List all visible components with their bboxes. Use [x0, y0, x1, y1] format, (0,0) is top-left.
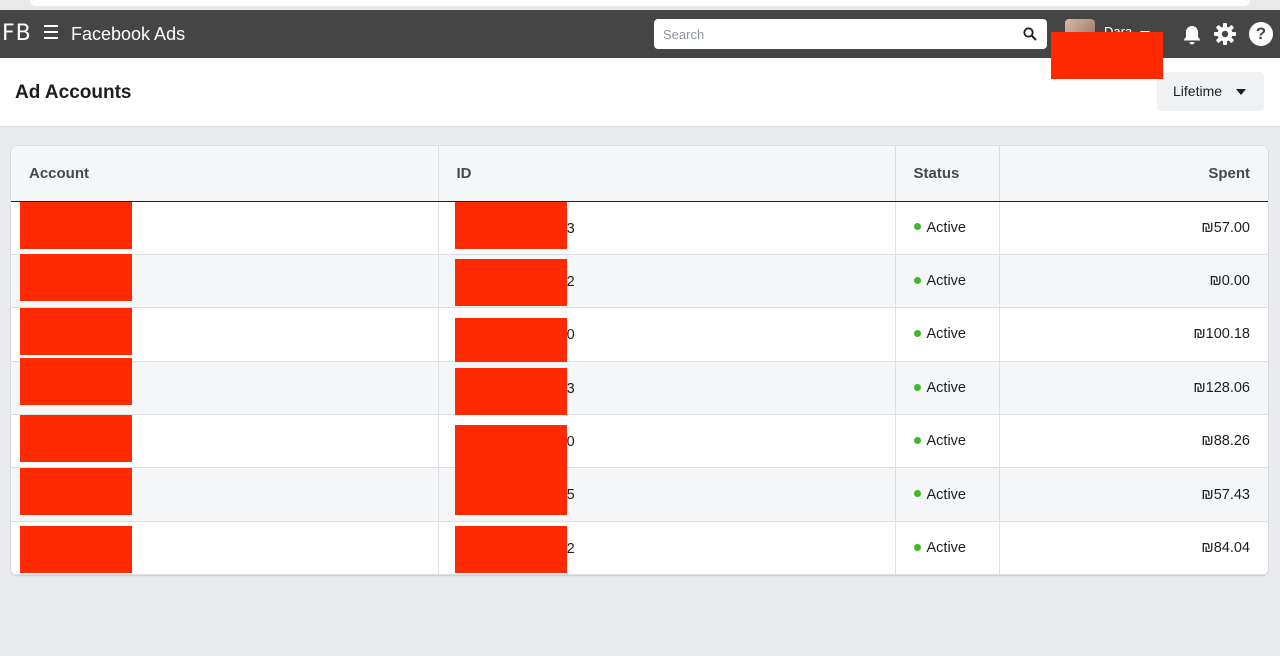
table-header-row: Account ID Status Spent: [11, 146, 1268, 202]
id-cell: 95: [438, 467, 896, 522]
search-box[interactable]: [654, 19, 1047, 49]
spent-cell: ₪100.18: [999, 307, 1268, 362]
date-range-dropdown[interactable]: Lifetime: [1157, 72, 1264, 111]
spent-cell: ₪128.06: [999, 361, 1268, 416]
account-cell[interactable]: [11, 253, 439, 309]
table-row[interactable]: 33 Active ₪57.00: [11, 201, 1268, 255]
id-cell: 30: [438, 307, 896, 366]
status-text: Active: [926, 433, 967, 450]
status-text: Active: [926, 540, 967, 557]
status-text: Active: [926, 486, 967, 503]
status-cell: Active: [895, 521, 1000, 575]
id-cell: 10: [438, 414, 896, 473]
help-icon[interactable]: ?: [1249, 22, 1273, 46]
status-text: Active: [926, 326, 967, 343]
id-cell: 32: [438, 254, 896, 309]
column-header-id[interactable]: ID: [438, 146, 896, 202]
column-header-spent[interactable]: Spent: [999, 146, 1268, 202]
redaction-block: [454, 367, 567, 415]
status-cell: Active: [895, 414, 1000, 469]
status-text: Active: [926, 219, 967, 236]
status-dot-icon: [913, 383, 921, 391]
redaction-block: [1051, 32, 1163, 79]
redaction-block: [20, 308, 132, 356]
redaction-block: [454, 201, 567, 249]
status-dot-icon: [913, 490, 921, 498]
account-cell[interactable]: [11, 307, 439, 362]
id-cell: 33: [438, 201, 896, 255]
spent-cell: ₪57.00: [999, 201, 1268, 255]
caret-down-icon: [1236, 89, 1246, 95]
redaction-block: [454, 318, 567, 366]
redaction-block: [454, 425, 567, 473]
page-title: Ad Accounts: [15, 82, 132, 103]
redaction-block: [20, 415, 132, 463]
status-cell: Active: [895, 201, 1000, 255]
browser-address-pill: [30, 0, 1250, 6]
status-text: Active: [926, 273, 967, 290]
redaction-block: [454, 525, 567, 573]
redaction-block: [20, 253, 132, 301]
search-input[interactable]: [654, 19, 1004, 49]
table-row[interactable]: n 10 Active ₪88.26: [11, 414, 1268, 473]
status-cell: Active: [895, 361, 1000, 416]
redaction-block: [20, 468, 132, 516]
status-dot-icon: [913, 436, 921, 444]
redaction-block: [20, 357, 132, 405]
column-header-account[interactable]: Account: [11, 146, 439, 202]
id-cell: 52: [438, 521, 896, 575]
redaction-block: [20, 201, 132, 249]
account-cell[interactable]: [11, 521, 439, 575]
redaction-block: [454, 258, 567, 306]
search-icon[interactable]: [1023, 27, 1037, 41]
date-range-label: Lifetime: [1173, 83, 1223, 99]
spent-cell: ₪0.00: [999, 254, 1268, 309]
app-title[interactable]: Facebook Ads: [71, 24, 185, 45]
table-row[interactable]: 32 Active ₪0.00: [11, 253, 1268, 309]
status-dot-icon: [913, 276, 921, 284]
status-dot-icon: [913, 543, 921, 551]
status-cell: Active: [895, 467, 1000, 522]
notification-bell-icon[interactable]: [1181, 24, 1203, 46]
table-row[interactable]: 52 Active ₪84.04: [11, 521, 1268, 575]
account-cell[interactable]: n: [11, 414, 439, 469]
gear-icon[interactable]: [1213, 22, 1237, 46]
spent-cell: ₪84.04: [999, 521, 1268, 575]
id-cell: 33: [438, 361, 896, 416]
table-row[interactable]: 33 Active ₪128.06: [11, 357, 1268, 416]
status-cell: Active: [895, 307, 1000, 362]
ad-accounts-table: Account ID Status Spent 33 Active ₪57.00…: [11, 146, 1268, 575]
status-dot-icon: [913, 330, 921, 338]
status-cell: Active: [895, 254, 1000, 309]
account-cell[interactable]: [11, 357, 439, 416]
table-row[interactable]: 95 Active ₪57.43: [11, 467, 1268, 522]
table-row[interactable]: 30 Active ₪100.18: [11, 307, 1268, 366]
spent-cell: ₪88.26: [999, 414, 1268, 469]
account-cell[interactable]: [11, 201, 439, 255]
status-text: Active: [926, 379, 967, 396]
spent-cell: ₪57.43: [999, 467, 1268, 522]
redaction-block: [454, 468, 567, 516]
status-dot-icon: [913, 223, 921, 231]
column-header-status[interactable]: Status: [895, 146, 1000, 202]
account-cell[interactable]: [11, 467, 439, 522]
menu-icon[interactable]: [44, 25, 58, 39]
fb-logo[interactable]: FB: [2, 21, 32, 46]
browser-strip: [0, 0, 1280, 10]
redaction-block: [20, 525, 132, 573]
